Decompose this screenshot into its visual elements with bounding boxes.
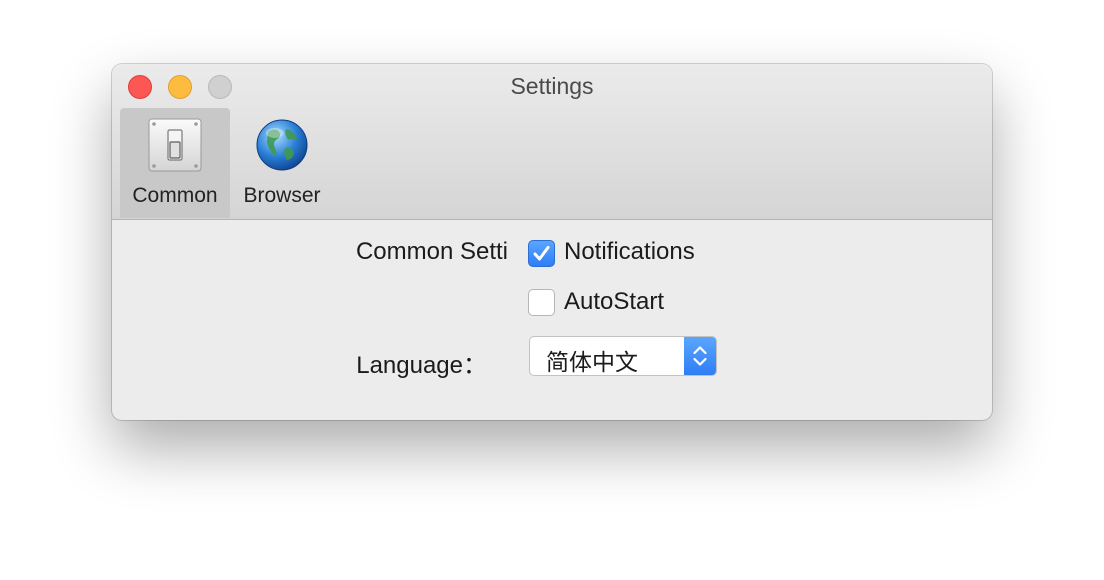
globe-icon (255, 118, 309, 177)
switch-icon (148, 118, 202, 177)
select-arrows (684, 337, 716, 375)
toolbar-tab-browser[interactable]: Browser (230, 108, 334, 218)
settings-window: Settings Common Browser Common Setti Not… (112, 64, 992, 420)
toolbar-tab-browser-label: Browser (243, 184, 321, 207)
common-settings-label: Common Setti (355, 238, 508, 265)
toolbar-tab-common[interactable]: Common (120, 108, 230, 218)
language-select-value: 简体中文 (546, 350, 638, 376)
window-title: Settings (510, 73, 594, 99)
language-select[interactable]: 简体中文 (529, 336, 717, 376)
notifications-label[interactable]: Notifications (564, 238, 695, 266)
autostart-checkbox[interactable] (528, 289, 555, 316)
title-bar: Settings Common Browser (112, 64, 992, 220)
toolbar-tab-common-label: Common (132, 184, 218, 207)
language-label: Language： (356, 352, 487, 379)
notifications-checkbox[interactable] (528, 240, 555, 267)
autostart-label[interactable]: AutoStart (564, 288, 664, 316)
